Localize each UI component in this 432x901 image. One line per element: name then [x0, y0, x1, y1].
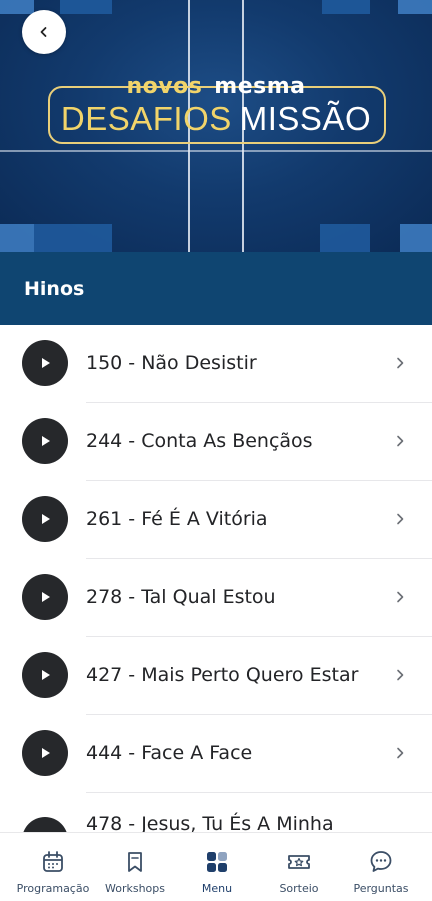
logo-line-1: novos mesma	[0, 74, 432, 99]
tab-perguntas[interactable]: Perguntas	[338, 833, 424, 901]
tab-programacao[interactable]: Programação	[10, 833, 96, 901]
chevron-left-icon	[40, 27, 47, 37]
logo-word-missao: MISSÃO	[239, 100, 372, 137]
grid-icon	[207, 852, 227, 872]
ticket-star-icon	[288, 855, 310, 869]
play-icon	[42, 436, 50, 446]
hymn-title: 427 - Mais Perto Quero Estar	[86, 664, 359, 686]
logo-line-2: DESAFIOS MISSÃO	[0, 100, 432, 138]
play-icon	[42, 514, 50, 524]
hymn-title: 261 - Fé É A Vitória	[86, 508, 268, 530]
hymn-title: 478 - Jesus, Tu És A Minha	[86, 813, 334, 832]
play-button[interactable]	[22, 652, 68, 698]
hymn-list-item[interactable]: 261 - Fé É A Vitória	[0, 481, 432, 559]
hymn-title: 278 - Tal Qual Estou	[86, 586, 276, 608]
hymn-list-item[interactable]: 278 - Tal Qual Estou	[0, 559, 432, 637]
chevron-right-icon	[397, 357, 404, 369]
hymn-title: 244 - Conta As Bençãos	[86, 430, 313, 452]
logo-word-novos: novos	[126, 74, 203, 99]
banner-deco-square	[322, 0, 370, 14]
tab-sorteio[interactable]: Sorteio	[256, 833, 342, 901]
play-icon	[42, 748, 50, 758]
play-button[interactable]	[22, 574, 68, 620]
play-button[interactable]	[22, 340, 68, 386]
play-icon	[42, 592, 50, 602]
play-button[interactable]	[22, 496, 68, 542]
banner-deco-square	[60, 0, 112, 14]
hymn-title: 150 - Não Desistir	[86, 352, 257, 374]
tab-label: Sorteio	[279, 882, 319, 895]
chevron-right-icon	[397, 669, 404, 681]
chevron-right-icon	[397, 435, 404, 447]
tab-label: Workshops	[104, 882, 165, 895]
banner-deco-square	[34, 224, 112, 252]
event-banner: novos mesma DESAFIOS MISSÃO	[0, 0, 432, 252]
bottom-tab-bar: Programação Workshops Menu Sorteio Pergu…	[0, 832, 432, 900]
back-button[interactable]	[22, 10, 66, 54]
tab-label: Perguntas	[353, 882, 409, 895]
hymn-title: 444 - Face A Face	[86, 742, 253, 764]
logo-word-desafios: DESAFIOS	[60, 100, 232, 137]
hymn-list-item[interactable]: 150 - Não Desistir	[0, 325, 432, 403]
calendar-icon	[43, 851, 63, 872]
play-button[interactable]	[22, 418, 68, 464]
hymn-list-item[interactable]: 244 - Conta As Bençãos	[0, 403, 432, 481]
chevron-right-icon	[397, 513, 404, 525]
bookmark-icon	[128, 852, 142, 872]
section-header: Hinos	[0, 252, 432, 325]
banner-cross-line	[0, 150, 432, 152]
banner-deco-square	[320, 224, 370, 252]
banner-deco-square	[398, 0, 432, 14]
chevron-right-icon	[397, 747, 404, 759]
page-title: Hinos	[24, 278, 85, 300]
tab-menu[interactable]: Menu	[174, 833, 260, 901]
play-icon	[42, 358, 50, 368]
banner-deco-square	[0, 0, 34, 14]
tab-workshops[interactable]: Workshops	[92, 833, 178, 901]
play-icon	[42, 670, 50, 680]
play-button[interactable]	[22, 817, 68, 832]
banner-deco-square	[400, 224, 432, 252]
tab-label: Menu	[201, 882, 233, 895]
chevron-right-icon	[397, 591, 404, 603]
logo-word-mesma: mesma	[214, 74, 306, 99]
hymn-list: 150 - Não Desistir 244 - Conta As Benção…	[0, 325, 432, 832]
hymn-list-item[interactable]: 427 - Mais Perto Quero Estar	[0, 637, 432, 715]
hymn-list-item[interactable]: 478 - Jesus, Tu És A Minha	[0, 793, 432, 832]
chat-icon	[370, 851, 392, 872]
banner-deco-square	[0, 224, 34, 252]
tab-label: Programação	[16, 882, 90, 895]
play-button[interactable]	[22, 730, 68, 776]
hymn-list-item[interactable]: 444 - Face A Face	[0, 715, 432, 793]
